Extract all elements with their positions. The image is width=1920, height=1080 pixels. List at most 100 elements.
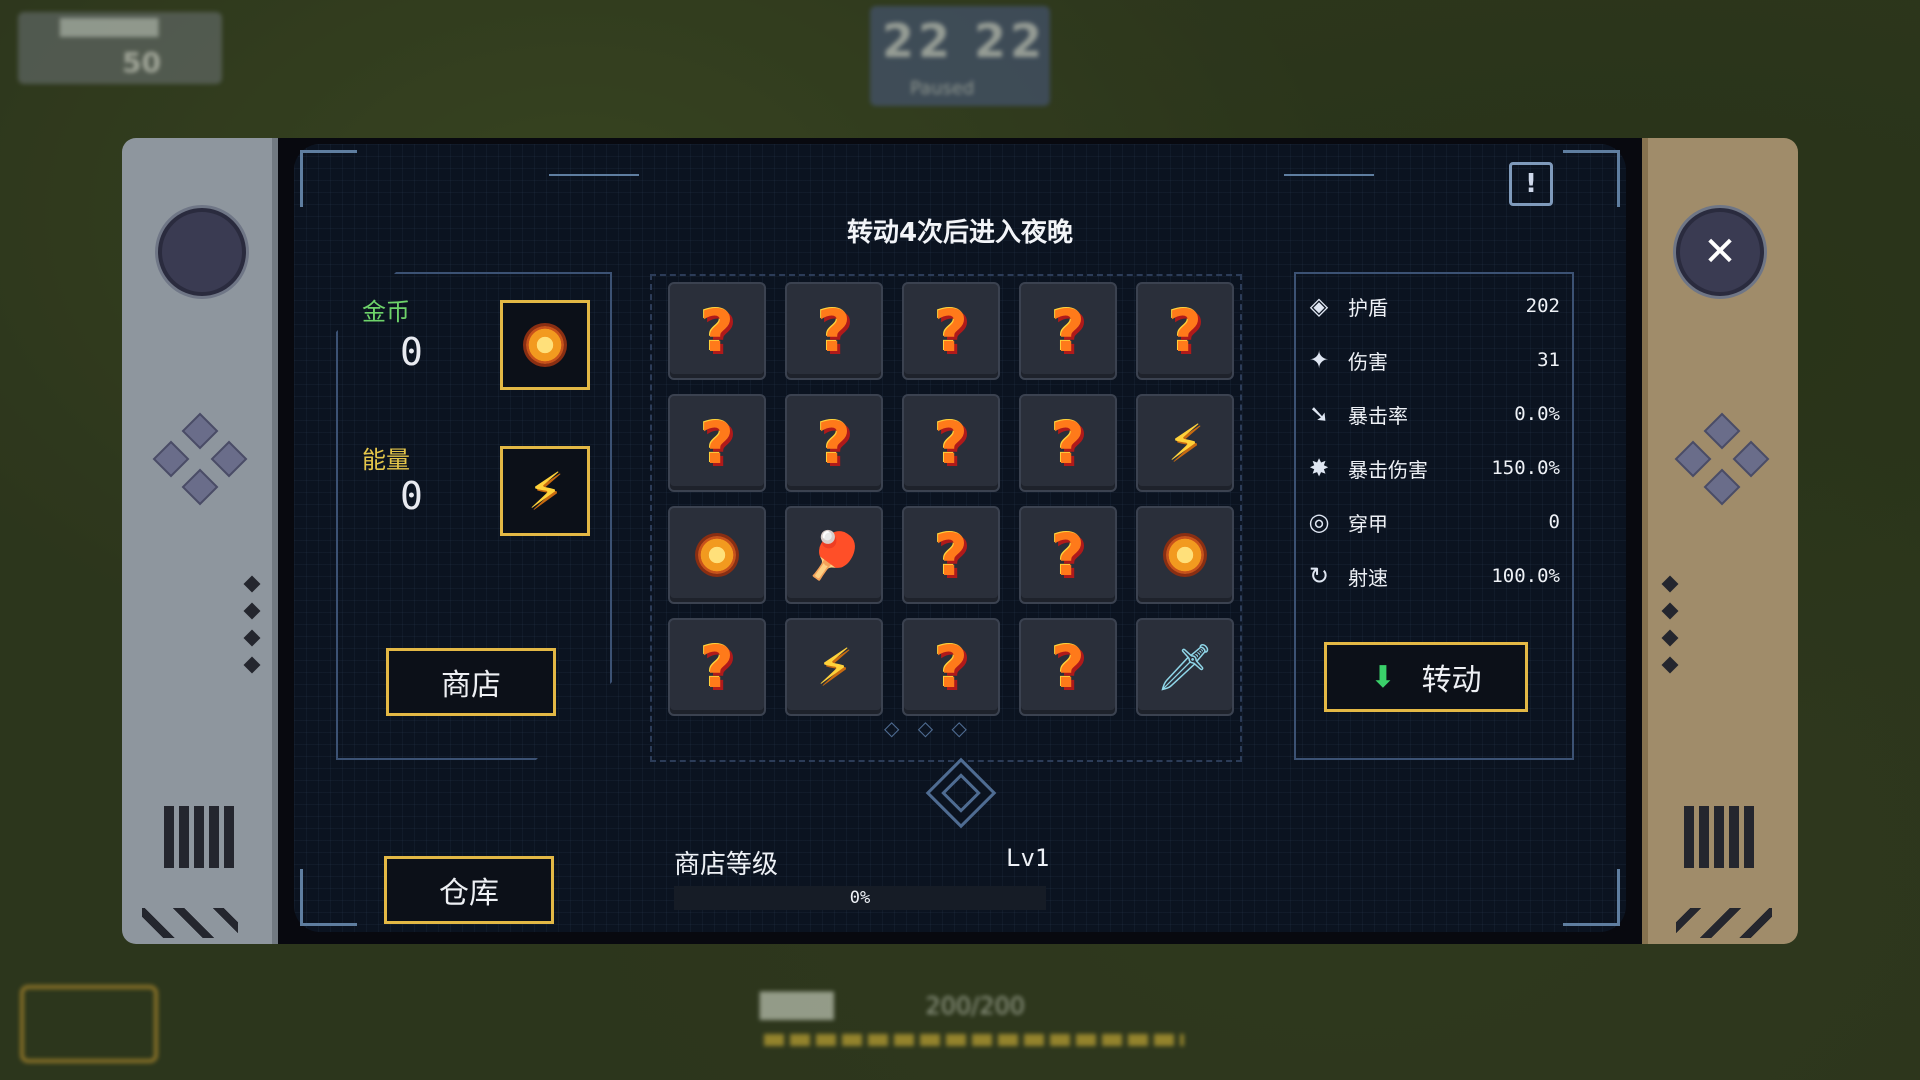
question-mark-icon: ? — [817, 409, 851, 477]
slot-cell-5[interactable]: ? — [668, 394, 766, 492]
stat-value: 0 — [1548, 511, 1560, 533]
slot-cell-16[interactable]: ⚡ — [785, 618, 883, 716]
stat-value: 150.0% — [1491, 457, 1560, 479]
right-controller: ✕ — [1642, 138, 1798, 944]
frame-line-top-left — [549, 174, 639, 176]
slot-cell-4[interactable]: ? — [1136, 282, 1234, 380]
coin-icon — [698, 536, 736, 574]
dpad-up-icon — [181, 412, 219, 450]
spin-arrow-icon: ⬇ — [1370, 659, 1396, 695]
penetration-icon: ◎ — [1308, 508, 1330, 536]
hud-timer-status: Paused — [910, 78, 975, 99]
stat-name: 伤害 — [1348, 349, 1388, 374]
dpad-down-icon — [181, 468, 219, 506]
stat-row-3: ✸ 暴击伤害 150.0% — [1304, 448, 1560, 488]
shop-level-value: Lv1 — [1006, 844, 1050, 872]
stat-row-4: ◎ 穿甲 0 — [1304, 502, 1560, 542]
close-icon: ✕ — [1703, 229, 1737, 275]
coin-slot — [500, 300, 590, 390]
question-mark-icon: ? — [1168, 297, 1202, 365]
hud-health-bar: ████ 200/200 — [760, 992, 1190, 1052]
shield-icon: ◈ — [1309, 292, 1329, 320]
left-controller — [122, 138, 278, 944]
slot-cell-0[interactable]: ? — [668, 282, 766, 380]
hud-score-value: 50 — [122, 46, 161, 79]
hud-timer-value: 22 22 — [882, 14, 1047, 68]
grid-diamond-decoration: ◇ ◇ ◇ — [884, 716, 973, 740]
question-mark-icon: ? — [934, 521, 968, 589]
hud-skill-slot — [20, 985, 158, 1063]
slot-cell-8[interactable]: ? — [1019, 394, 1117, 492]
frame-corner-br — [1563, 869, 1620, 926]
shop-button[interactable]: 商店 — [386, 648, 556, 716]
spin-button-label: 转动 — [1421, 663, 1482, 698]
frame-corner-tl — [300, 150, 357, 207]
damage-icon: ✦ — [1308, 346, 1330, 374]
frame-corner-tr — [1563, 150, 1620, 207]
slot-cell-10[interactable] — [668, 506, 766, 604]
hud-timer: 22 22 Paused — [870, 6, 1050, 106]
knife-icon: 🗡 — [1155, 639, 1215, 694]
panel-title: 转动4次后进入夜晚 — [846, 218, 1074, 248]
hud-health-fill — [764, 1034, 1184, 1046]
slot-cell-12[interactable]: ? — [902, 506, 1000, 604]
slot-cell-2[interactable]: ? — [902, 282, 1000, 380]
slot-cell-13[interactable]: ? — [1019, 506, 1117, 604]
question-mark-icon: ? — [934, 633, 968, 701]
shop-level-progress-bar: 0% — [674, 886, 1046, 910]
shop-level-label: 商店等级 — [674, 850, 779, 880]
stat-row-0: ◈ 护盾 202 — [1304, 286, 1560, 326]
crit-rate-icon: ➘ — [1308, 400, 1330, 428]
right-dots-decoration — [1661, 575, 1679, 686]
energy-icon: ⚡ — [527, 462, 563, 520]
energy-icon: ⚡ — [816, 638, 852, 696]
right-slash-decoration — [1676, 908, 1772, 938]
slot-cell-17[interactable]: ? — [902, 618, 1000, 716]
close-button[interactable]: ✕ — [1676, 208, 1764, 296]
left-slash-decoration — [142, 908, 238, 938]
slot-cell-3[interactable]: ? — [1019, 282, 1117, 380]
slot-cell-7[interactable]: ? — [902, 394, 1000, 492]
slot-cell-9[interactable]: ⚡ — [1136, 394, 1234, 492]
fire-rate-icon: ↻ — [1308, 562, 1330, 590]
question-mark-icon: ? — [934, 409, 968, 477]
question-mark-icon: ? — [1051, 297, 1085, 365]
hud-score-title: ████████ — [60, 18, 159, 37]
slot-cell-18[interactable]: ? — [1019, 618, 1117, 716]
stat-name: 护盾 — [1348, 295, 1388, 320]
spin-button[interactable]: ⬇ 转动 — [1324, 642, 1528, 712]
question-mark-icon: ? — [817, 297, 851, 365]
stat-name: 暴击率 — [1348, 403, 1408, 428]
dpad-left-icon — [152, 440, 190, 478]
question-mark-icon: ? — [700, 297, 734, 365]
info-button[interactable]: ! — [1509, 162, 1553, 206]
slot-cell-14[interactable] — [1136, 506, 1234, 604]
energy-label: 能量 — [362, 446, 410, 474]
x-button-icon — [1703, 412, 1741, 450]
slot-cell-19[interactable]: 🗡 — [1136, 618, 1234, 716]
storage-button[interactable]: 仓库 — [384, 856, 554, 924]
face-buttons — [1674, 412, 1770, 506]
frame-line-top-right — [1284, 174, 1374, 176]
slot-cell-6[interactable]: ? — [785, 394, 883, 492]
question-mark-icon: ? — [934, 297, 968, 365]
paddle-icon: 🏓 — [805, 527, 863, 582]
hud-health-value: 200/200 — [925, 992, 1026, 1020]
stat-name: 暴击伤害 — [1348, 457, 1428, 482]
coin-icon — [1166, 536, 1204, 574]
question-mark-icon: ? — [700, 633, 734, 701]
hud-health-label: ████ 200/200 — [760, 992, 1026, 1020]
dpad — [152, 412, 248, 506]
slot-cell-1[interactable]: ? — [785, 282, 883, 380]
slot-cell-15[interactable]: ? — [668, 618, 766, 716]
stat-name: 射速 — [1348, 565, 1388, 590]
left-dots-decoration — [243, 575, 261, 686]
left-speaker-grille — [164, 806, 236, 868]
stat-row-5: ↻ 射速 100.0% — [1304, 556, 1560, 596]
y-button-icon — [1674, 440, 1712, 478]
coin-icon — [526, 326, 564, 364]
shop-level-progress-text: 0% — [849, 888, 871, 908]
slot-cell-11[interactable]: 🏓 — [785, 506, 883, 604]
hud-speed-controls — [1710, 28, 1890, 68]
stat-value: 0.0% — [1514, 403, 1560, 425]
